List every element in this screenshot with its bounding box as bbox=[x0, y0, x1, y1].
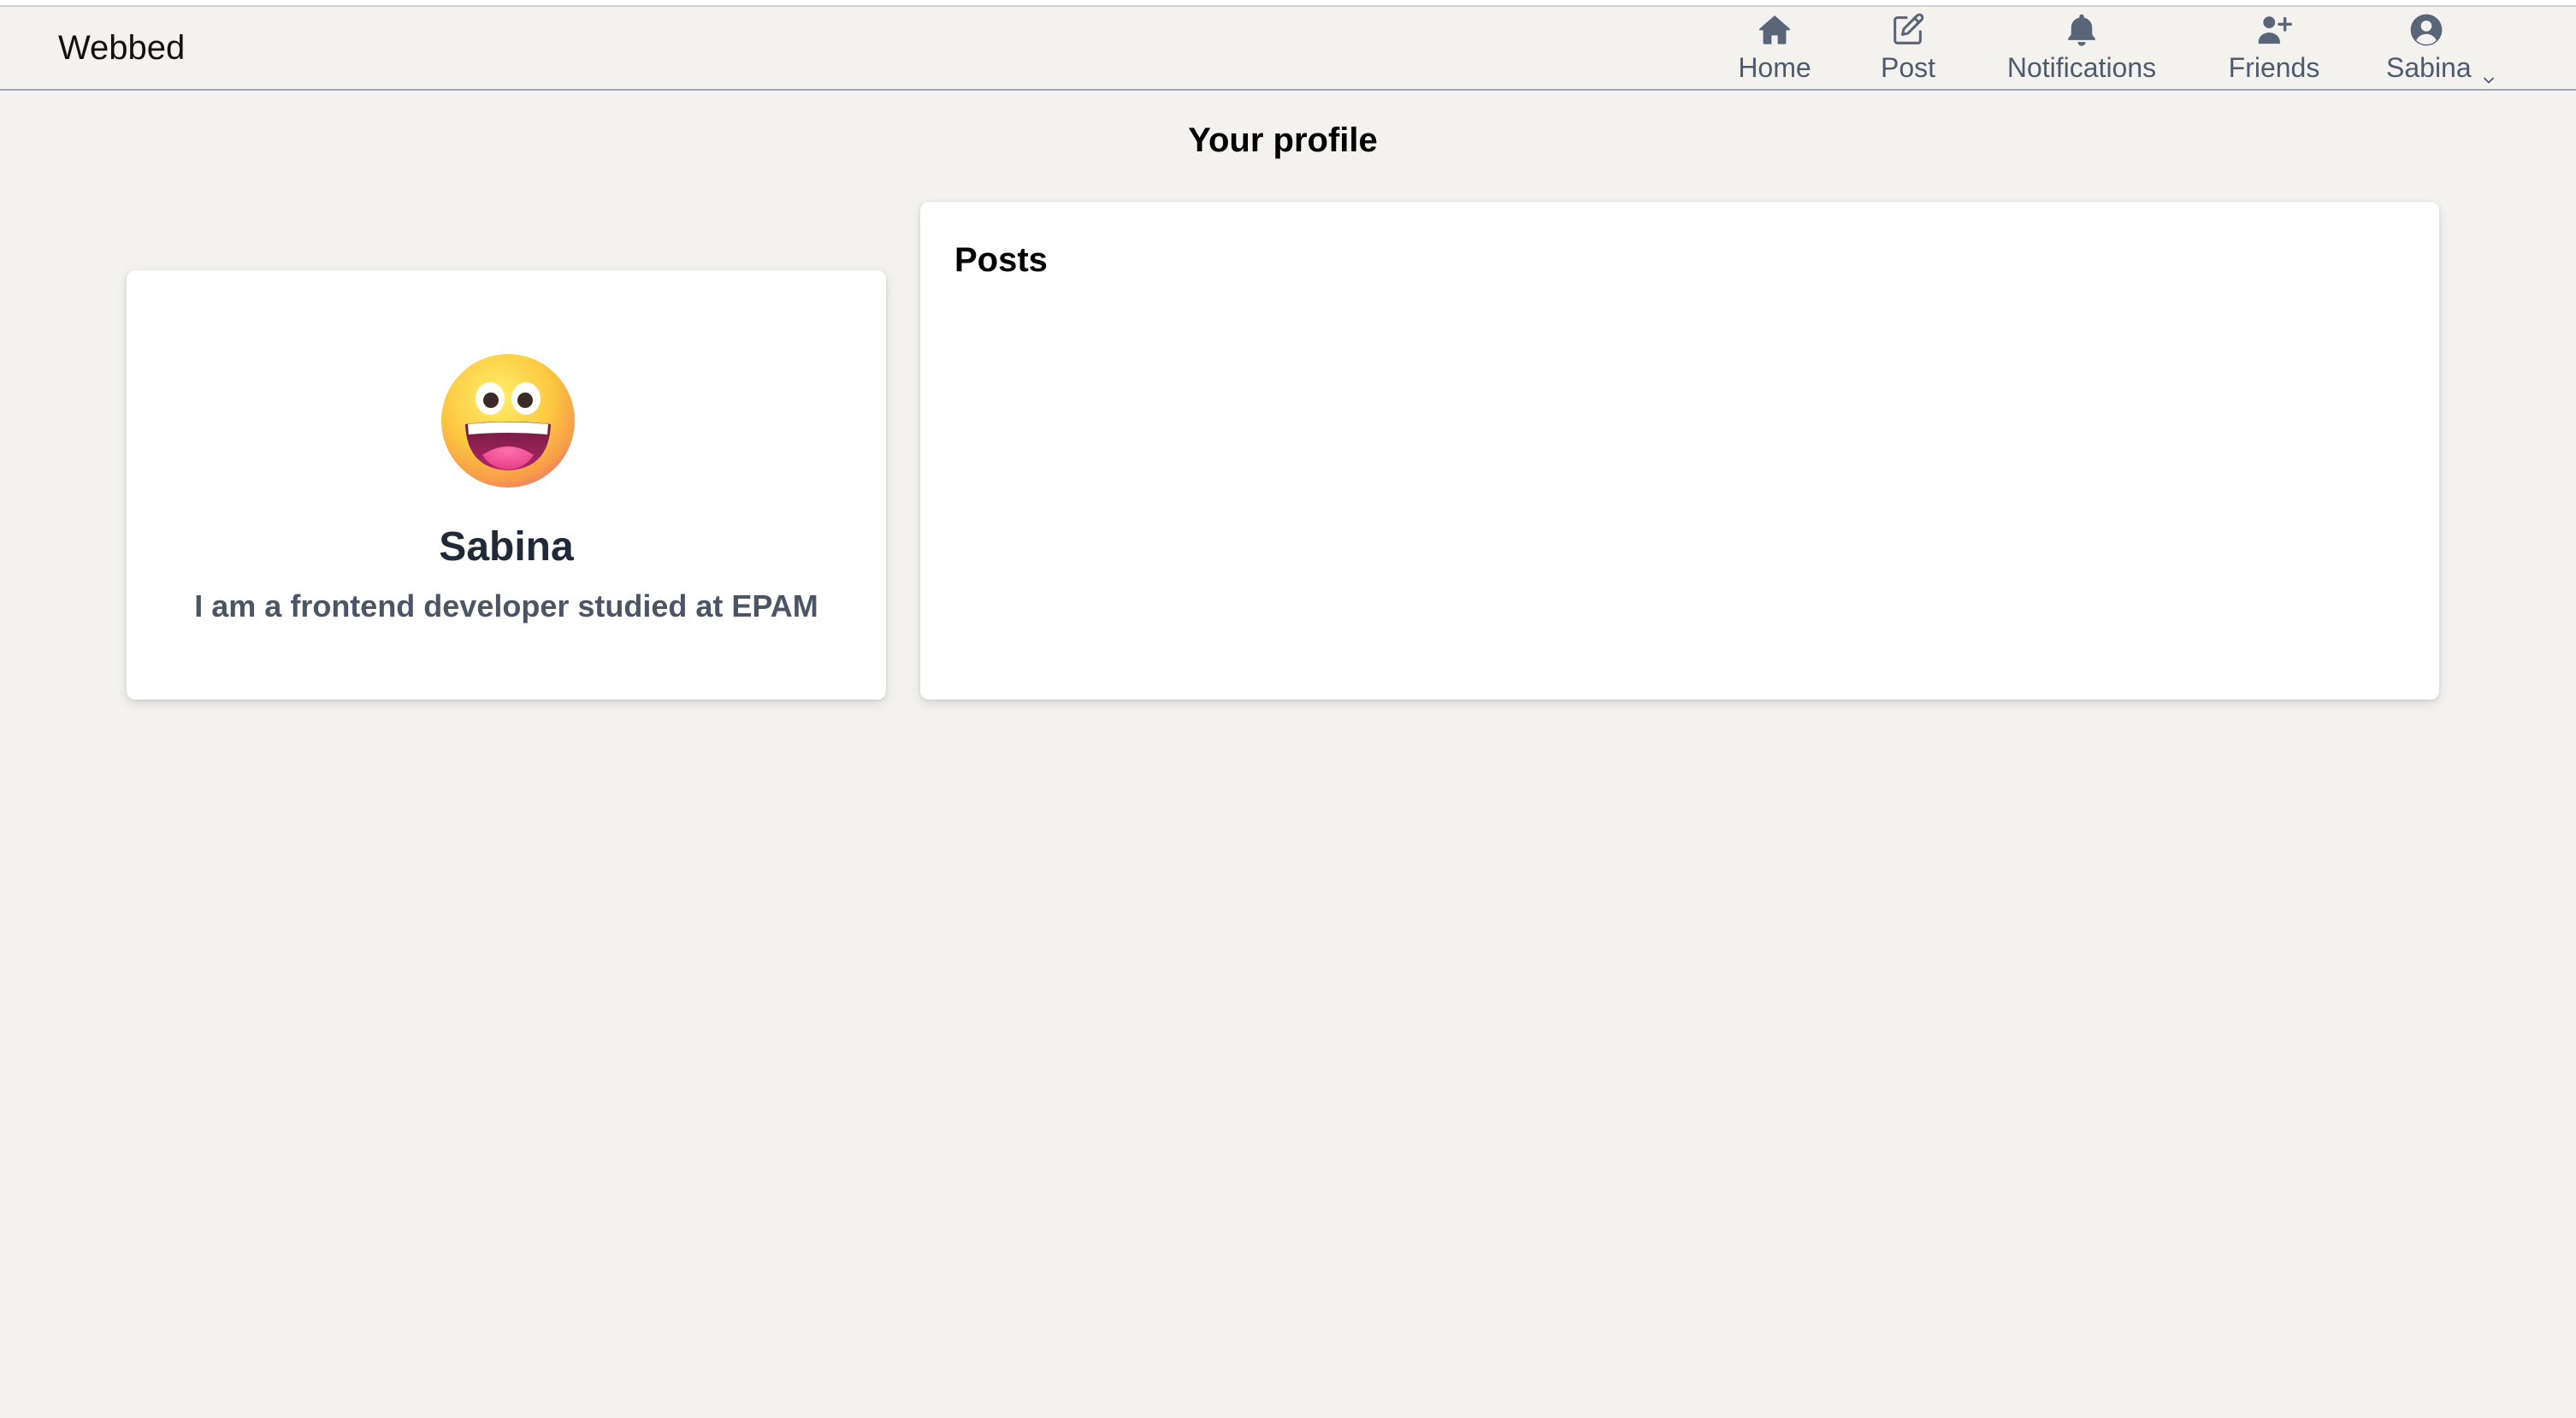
posts-card: Posts bbox=[920, 202, 2439, 700]
home-icon bbox=[1755, 10, 1794, 50]
brand-logo[interactable]: Webbed bbox=[58, 27, 185, 68]
profile-card: Sabina I am a frontend developer studied… bbox=[127, 270, 886, 700]
nav-post[interactable]: Post bbox=[1878, 10, 1938, 87]
chevron-down-icon bbox=[2482, 62, 2496, 83]
nav-post-label: Post bbox=[1880, 52, 1936, 83]
posts-heading: Posts bbox=[954, 241, 1048, 279]
page-title: Your profile bbox=[1188, 121, 1378, 159]
avatar bbox=[440, 352, 576, 489]
nav-friends[interactable]: Friends bbox=[2227, 10, 2321, 87]
nav-user-menu[interactable]: Sabina bbox=[2386, 10, 2502, 87]
user-circle-icon bbox=[2407, 10, 2446, 50]
top-navbar: Webbed Home Post Notifications Friends S… bbox=[0, 7, 2576, 91]
profile-name: Sabina bbox=[439, 524, 574, 570]
profile-bio: I am a frontend developer studied at EPA… bbox=[194, 588, 818, 623]
nav-friends-label: Friends bbox=[2228, 52, 2320, 83]
grinning-face-emoji bbox=[441, 354, 575, 487]
nav-user-label-wrap: Sabina bbox=[2386, 51, 2496, 84]
nav-notifications[interactable]: Notifications bbox=[2003, 10, 2160, 87]
bell-icon bbox=[2062, 10, 2101, 50]
nav-notifications-label: Notifications bbox=[2006, 52, 2157, 83]
nav-home-label: Home bbox=[1738, 52, 1811, 83]
nav-user-label: Sabina bbox=[2386, 52, 2472, 83]
browser-top-strip bbox=[0, 0, 2576, 7]
edit-icon bbox=[1888, 10, 1928, 50]
user-plus-icon bbox=[2254, 10, 2294, 50]
nav-home[interactable]: Home bbox=[1738, 10, 1811, 87]
